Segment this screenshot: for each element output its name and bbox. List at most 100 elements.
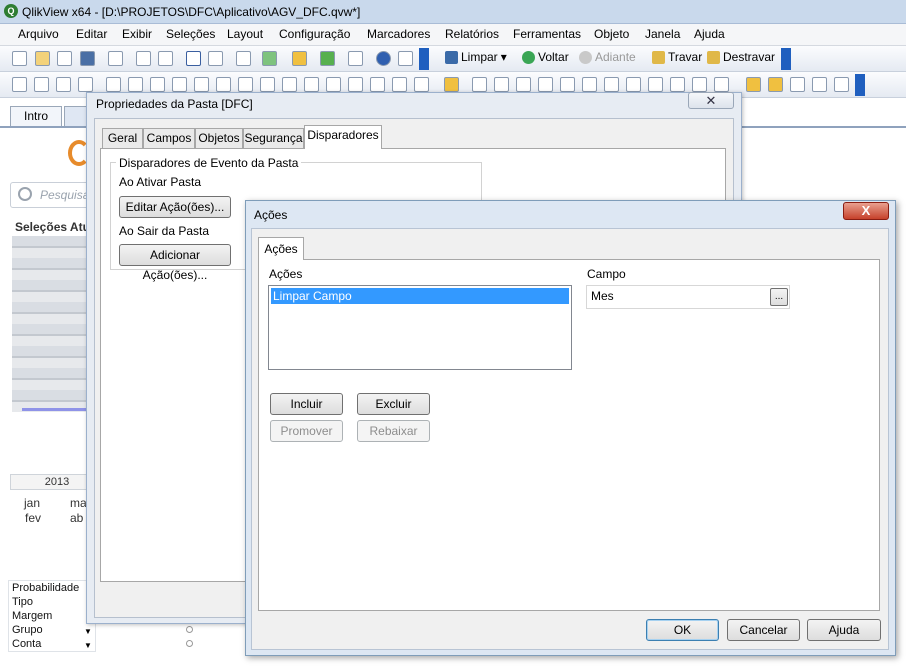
close-icon[interactable]: X: [843, 202, 889, 220]
align-right-icon[interactable]: [516, 77, 531, 92]
print-icon[interactable]: [108, 51, 123, 66]
format-painter-icon[interactable]: [444, 77, 459, 92]
ok-button[interactable]: OK: [646, 619, 719, 641]
chart-wizard-icon[interactable]: [292, 51, 307, 66]
input-tool-icon[interactable]: [216, 77, 231, 92]
new-sheet-icon[interactable]: [12, 77, 27, 92]
add-sheet-icon[interactable]: [78, 77, 93, 92]
tab-geral[interactable]: Geral: [102, 128, 143, 148]
month-mar[interactable]: ma: [70, 496, 87, 510]
context-help-icon[interactable]: [398, 51, 413, 66]
arrange-icon[interactable]: [670, 77, 685, 92]
snap-icon[interactable]: [714, 77, 729, 92]
toolbar-overflow-3[interactable]: [855, 74, 865, 96]
menu-layout[interactable]: Layout: [227, 27, 263, 41]
container-tool-icon[interactable]: [392, 77, 407, 92]
sheet-properties-icon[interactable]: [262, 51, 277, 66]
month-jan[interactable]: jan: [24, 496, 40, 510]
button-tool-icon[interactable]: [260, 77, 275, 92]
multibox-tool-icon[interactable]: [172, 77, 187, 92]
tab-objetos[interactable]: Objetos: [195, 128, 243, 148]
current-selections-icon[interactable]: [238, 77, 253, 92]
align-top-icon[interactable]: [538, 77, 553, 92]
undo-icon[interactable]: [186, 51, 201, 66]
slider-tool-icon[interactable]: [326, 77, 341, 92]
search-object-icon[interactable]: [370, 77, 385, 92]
space-horizontal-icon[interactable]: [604, 77, 619, 92]
menu-exibir[interactable]: Exibir: [122, 27, 152, 41]
menu-objeto[interactable]: Objeto: [594, 27, 629, 41]
cancel-button[interactable]: Cancelar: [727, 619, 800, 641]
toolbar-overflow[interactable]: [419, 48, 429, 70]
new-document-icon[interactable]: [12, 51, 27, 66]
close-icon[interactable]: ✕: [688, 92, 734, 109]
open-folder-icon[interactable]: [35, 51, 50, 66]
voltar-button[interactable]: Voltar: [522, 50, 569, 64]
menu-janela[interactable]: Janela: [645, 27, 680, 41]
promover-button[interactable]: Promover: [270, 420, 343, 442]
limpar-button[interactable]: Limpar ▾: [445, 50, 507, 64]
object-props-icon[interactable]: [790, 77, 805, 92]
menu-ajuda[interactable]: Ajuda: [694, 27, 725, 41]
destravar-button[interactable]: Destravar: [707, 50, 775, 64]
list-item[interactable]: Limpar Campo: [271, 288, 569, 304]
field-tipo[interactable]: Tipo: [12, 596, 33, 608]
sheet-props-icon[interactable]: [768, 77, 783, 92]
help-icon[interactable]: [376, 51, 391, 66]
reload-icon[interactable]: [57, 51, 72, 66]
month-fev[interactable]: fev: [25, 511, 41, 525]
document-properties-icon[interactable]: [746, 77, 761, 92]
travar-button[interactable]: Travar: [652, 50, 702, 64]
distribute-icon[interactable]: [648, 77, 663, 92]
promote-sheet-icon[interactable]: [34, 77, 49, 92]
align-left-icon[interactable]: [472, 77, 487, 92]
tab-campos[interactable]: Campos: [143, 128, 195, 148]
rebaixar-button[interactable]: Rebaixar: [357, 420, 430, 442]
edit-action-button[interactable]: Editar Ação(ões)...: [119, 196, 231, 218]
demote-sheet-icon[interactable]: [56, 77, 71, 92]
field-conta[interactable]: Conta: [12, 638, 41, 650]
align-center-icon[interactable]: [494, 77, 509, 92]
help-button[interactable]: Ajuda: [807, 619, 881, 641]
align-bottom-icon[interactable]: [582, 77, 597, 92]
slider-bar[interactable]: [22, 408, 92, 411]
campo-field[interactable]: [586, 285, 790, 309]
edit-object-icon[interactable]: [348, 51, 363, 66]
menu-editar[interactable]: Editar: [76, 27, 107, 41]
tab-disparadores[interactable]: Disparadores: [304, 125, 382, 149]
edit-script-icon[interactable]: [136, 51, 151, 66]
tab-acoes[interactable]: Ações: [258, 237, 304, 260]
save-icon[interactable]: [80, 51, 95, 66]
reload-data-icon[interactable]: [158, 51, 173, 66]
align-middle-icon[interactable]: [560, 77, 575, 92]
excluir-button[interactable]: Excluir: [357, 393, 430, 415]
redo-icon[interactable]: [208, 51, 223, 66]
campo-browse-button[interactable]: ...: [770, 288, 788, 306]
menu-relatorios[interactable]: Relatórios: [445, 27, 499, 41]
expression-overview-icon[interactable]: [834, 77, 849, 92]
dropdown-arrow-icon[interactable]: ▼: [84, 641, 92, 650]
menu-selecoes[interactable]: Seleções: [166, 27, 215, 41]
menu-ferramentas[interactable]: Ferramentas: [513, 27, 581, 41]
field-grupo[interactable]: Grupo: [12, 624, 43, 636]
listbox-tool-icon[interactable]: [106, 77, 121, 92]
toolbar-overflow-2[interactable]: [781, 48, 791, 70]
chart-tool-icon[interactable]: [194, 77, 209, 92]
text-tool-icon[interactable]: [282, 77, 297, 92]
add-action-button[interactable]: Adicionar Ação(ões)...: [119, 244, 231, 282]
tab-seguranca[interactable]: Segurança: [243, 128, 304, 148]
grid-icon[interactable]: [692, 77, 707, 92]
tab-intro[interactable]: Intro: [10, 106, 62, 126]
space-vertical-icon[interactable]: [626, 77, 641, 92]
sum-tool-icon[interactable]: [128, 77, 143, 92]
line-tool-icon[interactable]: [304, 77, 319, 92]
table-tool-icon[interactable]: [150, 77, 165, 92]
field-probabilidade[interactable]: Probabilidade: [12, 582, 79, 594]
menu-marcadores[interactable]: Marcadores: [367, 27, 430, 41]
table-viewer-icon[interactable]: [812, 77, 827, 92]
search-tool-icon[interactable]: [236, 51, 251, 66]
custom-object-icon[interactable]: [414, 77, 429, 92]
incluir-button[interactable]: Incluir: [270, 393, 343, 415]
dropdown-arrow-icon[interactable]: ▼: [84, 627, 92, 636]
adiante-button[interactable]: Adiante: [579, 50, 636, 64]
